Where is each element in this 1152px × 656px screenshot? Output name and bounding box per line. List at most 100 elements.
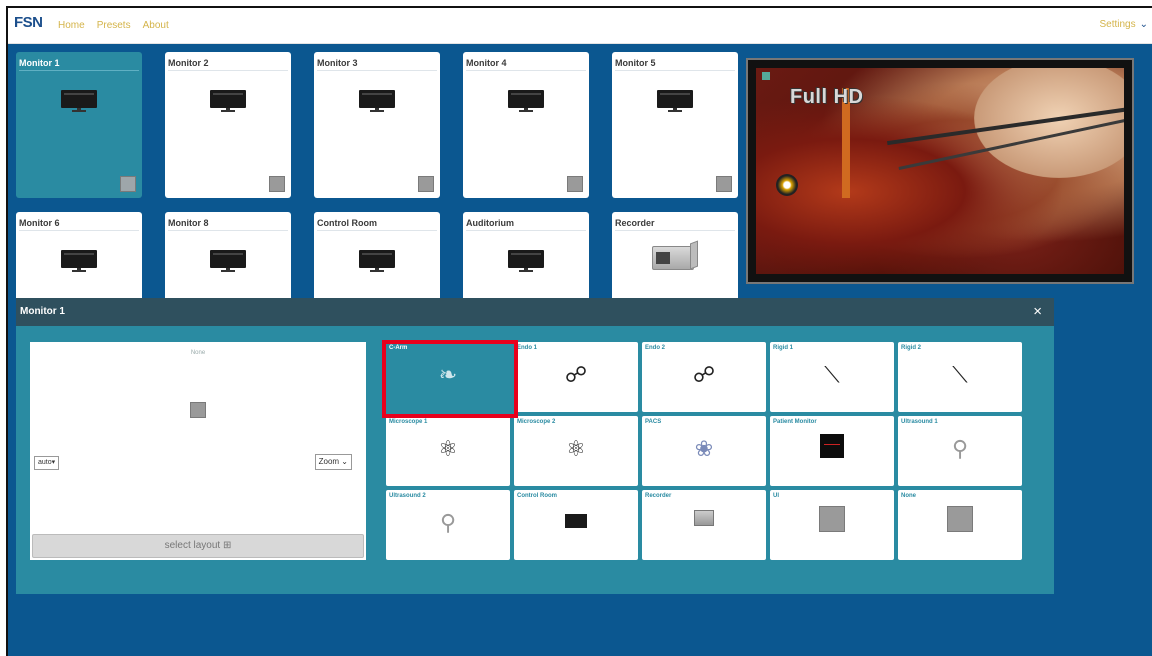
main-area: Monitor 1 Monitor 2 Monitor 3 Monitor 4 …	[8, 44, 1152, 656]
source-control-room[interactable]: Control Room	[514, 490, 638, 560]
monitor-tile-4[interactable]: Monitor 4	[463, 52, 589, 198]
divider	[168, 70, 288, 71]
source-ultrasound-1[interactable]: Ultrasound 1 ⚲	[898, 416, 1022, 486]
monitor-title: Monitor 8	[168, 218, 209, 228]
close-icon[interactable]: ×	[1033, 303, 1042, 320]
select-layout-button[interactable]: select layout ⊞	[32, 534, 364, 558]
app-frame: FSN Home Presets About Settings ⌄ Monito…	[6, 6, 1152, 656]
divider	[317, 70, 437, 71]
monitor-tile-1[interactable]: Monitor 1	[16, 52, 142, 198]
auto-select[interactable]: auto▾	[34, 456, 60, 470]
layout-square-icon[interactable]	[190, 402, 206, 418]
settings-menu[interactable]: Settings ⌄	[1099, 19, 1148, 30]
monitor-tile-5[interactable]: Monitor 5	[612, 52, 738, 198]
source-name: Ultrasound 2	[389, 493, 426, 499]
monitor-icon	[657, 90, 693, 112]
recorder-icon	[652, 240, 698, 272]
ultrasound-icon: ⚲	[951, 436, 969, 461]
monitor-icon	[61, 250, 97, 272]
resolution-overlay: Full HD	[790, 86, 864, 108]
monitor-icon	[210, 250, 246, 272]
divider	[466, 230, 586, 231]
source-name: Endo 1	[517, 345, 538, 351]
source-c-arm[interactable]: C-Arm ❧	[386, 342, 510, 412]
divider	[615, 70, 735, 71]
recorder-icon	[694, 510, 714, 526]
layout-source-label: None	[190, 350, 206, 356]
zoom-select-value: Zoom	[318, 457, 340, 466]
source-name: Recorder	[645, 493, 672, 499]
monitor-title: Monitor 6	[19, 218, 60, 228]
source-name: UI	[773, 493, 779, 499]
surgical-video-frame: Full HD	[756, 68, 1124, 274]
source-pacs[interactable]: PACS ❀	[642, 416, 766, 486]
microscope-icon: ⚛	[566, 436, 586, 461]
endoscope-icon: ☍	[564, 362, 588, 387]
rigid-scope-icon: ⟍	[824, 362, 840, 387]
monitor-icon	[61, 90, 97, 112]
source-name: None	[901, 493, 916, 499]
video-preview[interactable]: Full HD	[746, 58, 1134, 284]
monitor-icon	[508, 90, 544, 112]
monitor-tile-2[interactable]: Monitor 2	[165, 52, 291, 198]
monitor-title: Recorder	[615, 218, 655, 228]
divider	[615, 230, 735, 231]
source-name: Rigid 1	[773, 345, 794, 351]
source-recorder[interactable]: Recorder	[642, 490, 766, 560]
layout-square-icon[interactable]	[567, 176, 583, 192]
settings-label: Settings	[1099, 19, 1136, 30]
placeholder-icon	[947, 506, 973, 532]
patient-monitor-icon	[820, 434, 844, 458]
monitor-icon	[565, 514, 587, 528]
source-name: Patient Monitor	[773, 419, 817, 425]
source-endo-2[interactable]: Endo 2 ☍	[642, 342, 766, 412]
logo[interactable]: FSN	[14, 14, 50, 38]
nav-links: Home Presets About	[58, 20, 169, 31]
nav-home[interactable]: Home	[58, 20, 85, 31]
endoscope-icon: ☍	[692, 362, 716, 387]
layout-grid-icon: ⊞	[222, 540, 232, 551]
chevron-down-icon: ⌄	[1139, 19, 1148, 30]
source-rigid-2[interactable]: Rigid 2 ⟍	[898, 342, 1022, 412]
layout-square-icon[interactable]	[269, 176, 285, 192]
microscope-icon: ⚛	[438, 436, 458, 461]
zoom-select[interactable]: Zoom ⌄	[314, 454, 352, 470]
chevron-down-icon: ⌄	[341, 457, 348, 466]
layout-square-icon[interactable]	[418, 176, 434, 192]
monitor-title: Control Room	[317, 218, 377, 228]
source-name: Endo 2	[645, 345, 666, 351]
monitor-title: Monitor 3	[317, 58, 358, 68]
navbar: FSN Home Presets About Settings ⌄	[8, 8, 1152, 44]
monitor-detail-panel: Monitor 1 × None auto▾ Zoom ⌄ select lay…	[16, 298, 1054, 594]
monitor-title: Auditorium	[466, 218, 514, 228]
source-endo-1[interactable]: Endo 1 ☍	[514, 342, 638, 412]
divider	[19, 70, 139, 71]
nav-presets[interactable]: Presets	[97, 20, 131, 31]
c-arm-icon: ❧	[438, 362, 458, 387]
monitor-icon	[508, 250, 544, 272]
source-none[interactable]: None	[898, 490, 1022, 560]
source-microscope-2[interactable]: Microscope 2 ⚛	[514, 416, 638, 486]
divider	[19, 230, 139, 231]
source-name: Microscope 1	[389, 419, 428, 425]
source-patient-monitor[interactable]: Patient Monitor	[770, 416, 894, 486]
rigid-scope-icon: ⟍	[952, 362, 968, 387]
layout-square-icon[interactable]	[716, 176, 732, 192]
source-microscope-1[interactable]: Microscope 1 ⚛	[386, 416, 510, 486]
placeholder-icon	[819, 506, 845, 532]
monitor-title: Monitor 2	[168, 58, 209, 68]
panel-header: Monitor 1 ×	[16, 298, 1054, 326]
source-ui[interactable]: UI	[770, 490, 894, 560]
logo-text: FSN	[14, 14, 43, 31]
source-ultrasound-2[interactable]: Ultrasound 2 ⚲	[386, 490, 510, 560]
monitor-tile-3[interactable]: Monitor 3	[314, 52, 440, 198]
divider	[466, 70, 586, 71]
source-rigid-1[interactable]: Rigid 1 ⟍	[770, 342, 894, 412]
layout-square-icon[interactable]	[120, 176, 136, 192]
divider	[317, 230, 437, 231]
source-name: C-Arm	[389, 345, 408, 351]
panel-title: Monitor 1	[20, 306, 65, 317]
nav-about[interactable]: About	[143, 20, 169, 31]
monitor-title: Monitor 5	[615, 58, 656, 68]
source-name: PACS	[645, 419, 662, 425]
